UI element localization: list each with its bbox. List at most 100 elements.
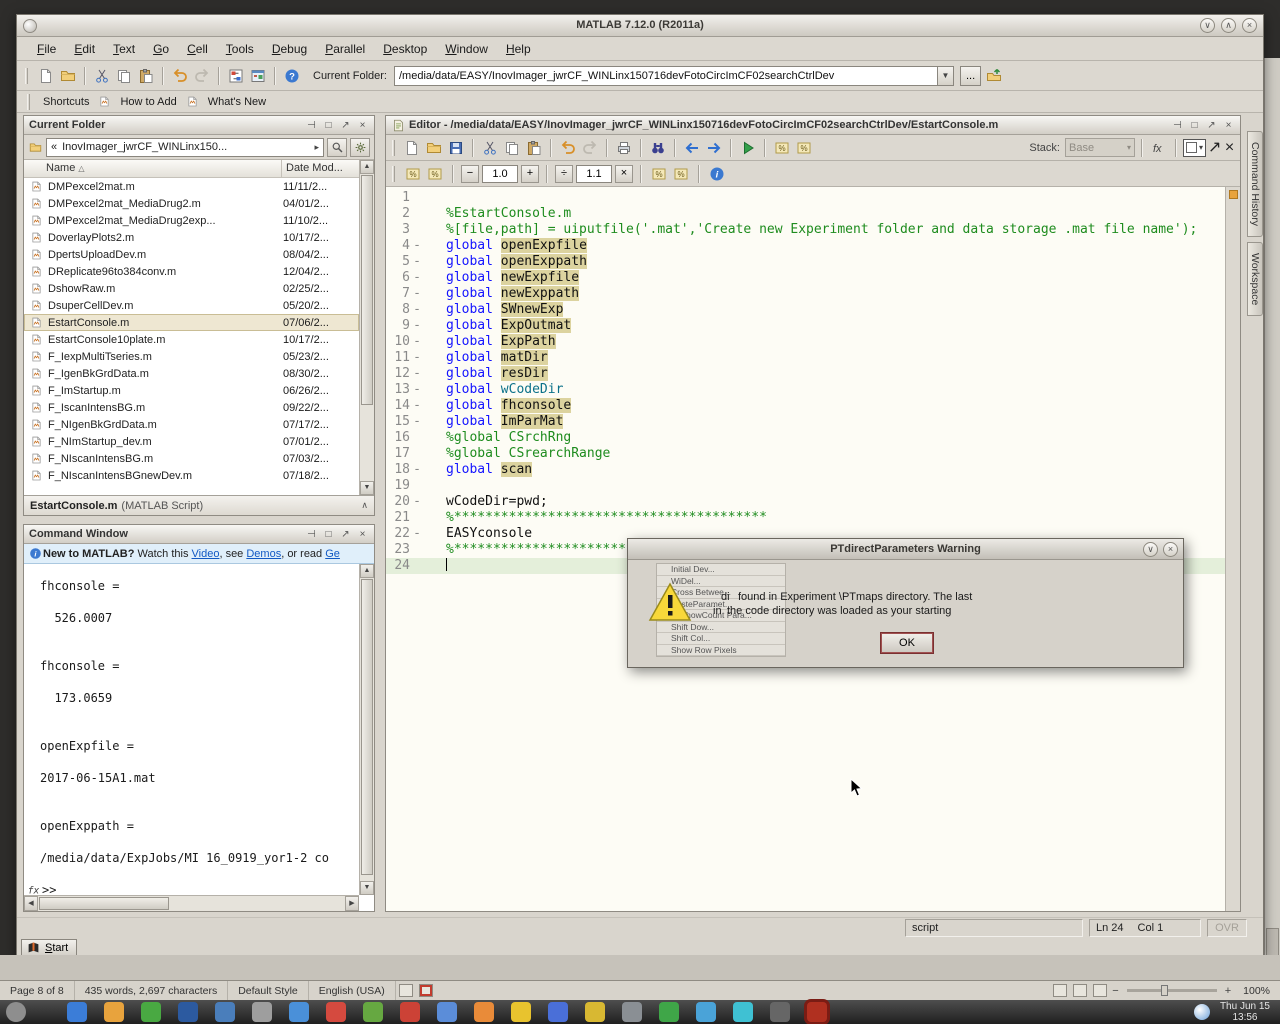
menu-go[interactable]: Go — [145, 39, 177, 59]
maximize-icon[interactable]: □ — [322, 119, 335, 132]
command-window-panel-title[interactable]: Command Window ⊣□↗× — [24, 525, 374, 544]
open-folder-icon[interactable] — [424, 138, 444, 158]
scroll-left-icon[interactable]: ◀ — [24, 896, 38, 911]
taskbar-icon[interactable] — [104, 1002, 124, 1022]
start-button[interactable]: Start — [21, 939, 77, 957]
increment-value-input[interactable] — [482, 165, 518, 183]
maximize-icon[interactable]: □ — [322, 528, 335, 541]
code-line[interactable]: 21%*************************************… — [386, 510, 1226, 526]
code-line[interactable]: 9-global ExpOutmat — [386, 318, 1226, 334]
code-line[interactable]: 3%[file,path] = uiputfile('.mat','Create… — [386, 222, 1226, 238]
new-file-icon[interactable] — [36, 66, 56, 86]
shade-button[interactable]: ∨ — [1143, 542, 1158, 557]
copy-icon[interactable] — [502, 138, 522, 158]
redo-icon[interactable] — [580, 138, 600, 158]
cell-icon[interactable]: % — [671, 164, 691, 184]
restore-button[interactable]: ∧ — [1221, 18, 1236, 33]
column-name[interactable]: Name△ — [24, 160, 281, 177]
close-icon[interactable]: × — [356, 119, 369, 132]
menu-desktop[interactable]: Desktop — [375, 39, 435, 59]
dock-icon[interactable]: ⊣ — [305, 119, 318, 132]
view-single-page-icon[interactable] — [1053, 984, 1067, 997]
menu-help[interactable]: Help — [498, 39, 539, 59]
code-line[interactable]: 8-global SWnewExp — [386, 302, 1226, 318]
scroll-down-icon[interactable]: ▼ — [360, 881, 374, 895]
fx-icon[interactable]: fx — [26, 883, 40, 895]
close-button[interactable]: × — [1242, 18, 1257, 33]
taskbar-clock[interactable]: Thu Jun 15 13:56 — [1220, 1001, 1270, 1023]
cell-icon[interactable]: % — [425, 164, 445, 184]
path-dropdown-icon[interactable]: ▼ — [937, 67, 953, 85]
taskbar-icon[interactable] — [67, 1002, 87, 1022]
up-folder-icon[interactable] — [984, 66, 1004, 86]
print-icon[interactable] — [614, 138, 634, 158]
copy-icon[interactable] — [114, 66, 134, 86]
code-line[interactable]: 20-wCodeDir=pwd; — [386, 494, 1226, 510]
code-line[interactable]: 6-global newExpfile — [386, 270, 1226, 286]
taskbar-icon[interactable] — [548, 1002, 568, 1022]
page-count[interactable]: Page 8 of 8 — [0, 981, 75, 1000]
selection-mode-icon[interactable] — [399, 984, 413, 997]
current-folder-panel-title[interactable]: Current Folder ⊣□↗× — [24, 116, 374, 135]
taskbar-icon[interactable] — [585, 1002, 605, 1022]
code-line[interactable]: 11-global matDir — [386, 350, 1226, 366]
menu-text[interactable]: Text — [105, 39, 143, 59]
taskbar-icon[interactable] — [696, 1002, 716, 1022]
paste-icon[interactable] — [524, 138, 544, 158]
code-line[interactable]: 13-global wCodeDir — [386, 382, 1226, 398]
taskbar-icon[interactable] — [400, 1002, 420, 1022]
command-window-output[interactable]: fhconsole = 526.0007fhconsole = 173.0659… — [24, 564, 359, 895]
dialog-titlebar[interactable]: PTdirectParameters Warning ∨× — [628, 539, 1183, 560]
file-list-header[interactable]: Name△ Date Mod... — [24, 160, 359, 178]
detail-collapse-icon[interactable]: ∧ — [361, 500, 368, 511]
breadcrumb-expand-icon[interactable]: ▸ — [314, 142, 319, 153]
zoom-slider[interactable] — [1127, 989, 1217, 992]
taskbar-icon-active[interactable] — [807, 1002, 827, 1022]
code-line[interactable]: 2%EstartConsole.m — [386, 206, 1226, 222]
tab-workspace[interactable]: Workspace — [1247, 242, 1263, 316]
page-style[interactable]: Default Style — [228, 981, 309, 1000]
taskbar-icon[interactable] — [622, 1002, 642, 1022]
zoom-in-icon[interactable]: + — [1223, 985, 1233, 997]
view-multi-page-icon[interactable] — [1073, 984, 1087, 997]
getting-started-link[interactable]: Ge — [325, 548, 340, 560]
taskbar-icon[interactable] — [252, 1002, 272, 1022]
breadcrumb-collapse-icon[interactable]: « — [51, 141, 57, 153]
function-hints-icon[interactable]: fx — [1149, 138, 1169, 158]
taskbar-icon[interactable] — [215, 1002, 235, 1022]
scrollbar-thumb[interactable] — [39, 897, 169, 910]
new-file-icon[interactable] — [402, 138, 422, 158]
code-line[interactable]: 4-global openExpfile — [386, 238, 1226, 254]
zoom-out-icon[interactable]: − — [1110, 985, 1120, 997]
whats-new-link[interactable]: What's New — [208, 96, 266, 108]
command-prompt-line[interactable]: fx >> — [26, 882, 359, 895]
cell-icon[interactable]: % — [794, 138, 814, 158]
dock-icon[interactable]: ⊣ — [305, 528, 318, 541]
file-row[interactable]: DMPexcel2mat_MediaDrug2.m04/01/2... — [24, 195, 359, 212]
multiply-value-input[interactable] — [576, 165, 612, 183]
code-line[interactable]: 1 — [386, 190, 1226, 206]
file-row[interactable]: EstartConsole10plate.m10/17/2... — [24, 331, 359, 348]
menu-debug[interactable]: Debug — [264, 39, 315, 59]
undo-icon[interactable] — [558, 138, 578, 158]
code-line[interactable]: 16%global CSrchRng — [386, 430, 1226, 446]
file-row[interactable]: F_NIscanIntensBG.m07/03/2... — [24, 450, 359, 467]
undock-icon[interactable]: ↗ — [1205, 119, 1218, 132]
file-detail-bar[interactable]: EstartConsole.m (MATLAB Script) ∧ — [24, 495, 374, 515]
decrement-button[interactable]: − — [461, 165, 479, 183]
taskbar-icon[interactable] — [733, 1002, 753, 1022]
command-window-scrollbar[interactable]: ▲ ▼ — [359, 564, 374, 895]
file-row[interactable]: F_NIgenBkGrdData.m07/17/2... — [24, 416, 359, 433]
cell-icon[interactable]: % — [403, 164, 423, 184]
dock-icon[interactable]: ⊣ — [1171, 119, 1184, 132]
help-icon[interactable]: ? — [282, 66, 302, 86]
file-list-scrollbar[interactable]: ▲ ▼ — [359, 160, 374, 495]
toolbar-grip[interactable] — [25, 68, 28, 84]
taskbar-icon[interactable] — [141, 1002, 161, 1022]
code-line[interactable]: 15-global ImParMat — [386, 414, 1226, 430]
increment-button[interactable]: + — [521, 165, 539, 183]
language-selector[interactable]: English (USA) — [309, 981, 396, 1000]
scrollbar-thumb[interactable] — [361, 579, 373, 875]
close-icon[interactable]: × — [1222, 119, 1235, 132]
tray-icon[interactable] — [1194, 1004, 1210, 1020]
